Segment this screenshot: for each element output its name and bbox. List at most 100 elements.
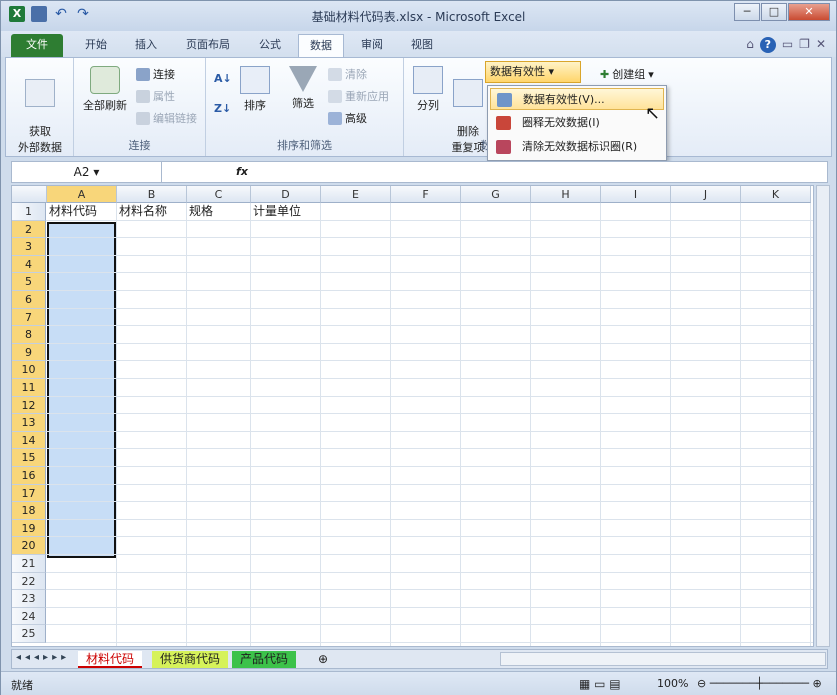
edit-links-button[interactable]: 编辑链接 (136, 110, 197, 126)
tab-formulas[interactable]: 公式 (247, 34, 293, 57)
sheet-nav-buttons[interactable]: ◂◂◂▸▸▸ (16, 652, 70, 663)
maximize-button[interactable]: □ (761, 3, 787, 21)
insert-function-icon[interactable]: fx (230, 162, 254, 182)
vertical-scrollbar[interactable] (816, 185, 830, 647)
cell-c1[interactable]: 规格 (187, 203, 213, 220)
row-header-13[interactable]: 13 (12, 414, 46, 432)
gridline (46, 272, 813, 274)
properties-button[interactable]: 属性 (136, 88, 175, 104)
column-header-f[interactable]: F (391, 186, 461, 203)
connections-icon (136, 67, 150, 81)
tab-data[interactable]: 数据 (298, 34, 344, 57)
gridline (390, 203, 391, 646)
minimize-ribbon-icon[interactable]: ⌂ (746, 37, 754, 53)
row-header-6[interactable]: 6 (12, 291, 46, 309)
advanced-button[interactable]: 高级 (328, 110, 367, 126)
gridline (46, 430, 813, 432)
row-header-1[interactable]: 1 (12, 203, 46, 221)
sort-desc-icon[interactable]: Z↓ (214, 102, 231, 115)
text-to-columns-button[interactable]: 分列 (408, 66, 448, 113)
row-header-22[interactable]: 22 (12, 572, 46, 591)
close-button[interactable]: ✕ (788, 3, 830, 21)
column-header-j[interactable]: J (671, 186, 741, 203)
row-header-12[interactable]: 12 (12, 396, 46, 415)
tab-home[interactable]: 开始 (73, 34, 119, 57)
get-external-data-button[interactable]: 获取 外部数据 (12, 66, 68, 155)
select-all-corner[interactable] (12, 186, 47, 203)
row-header-25[interactable]: 25 (12, 625, 46, 643)
menu-item-circle-invalid[interactable]: 圈释无效数据(I) (490, 112, 664, 134)
minimize-button[interactable]: ─ (734, 3, 760, 21)
tab-view[interactable]: 视图 (399, 34, 445, 57)
row-header-9[interactable]: 9 (12, 343, 46, 362)
worksheet-grid[interactable]: A B C D E F G H I J K 1 2 3 4 5 6 7 8 9 10 11 12 13 14 15 16 17 18 19… (11, 185, 814, 647)
column-header-c[interactable]: C (187, 186, 251, 203)
clear-button[interactable]: 清除 (328, 66, 367, 82)
column-header-a[interactable]: A (47, 186, 117, 203)
row-header-15[interactable]: 15 (12, 449, 46, 467)
row-header-19[interactable]: 19 (12, 519, 46, 538)
row-header-18[interactable]: 18 (12, 502, 46, 520)
menu-item-data-validation[interactable]: 数据有效性(V)... (490, 88, 664, 110)
remove-duplicates-icon (453, 79, 483, 107)
zoom-slider[interactable]: ⊖ ───────┼─────── ⊕ (697, 677, 822, 690)
sheet-tab-product-code[interactable]: 产品代码 (232, 651, 297, 668)
name-box[interactable]: A2 ▾ (12, 162, 162, 182)
row-header-20[interactable]: 20 (12, 537, 46, 555)
column-header-e[interactable]: E (321, 186, 391, 203)
sort-button[interactable]: 排序 (238, 66, 272, 113)
row-header-24[interactable]: 24 (12, 607, 46, 626)
workbook-minimize-icon[interactable]: ▭ (782, 37, 793, 53)
refresh-all-button[interactable]: 全部刷新 (78, 66, 132, 113)
tab-page-layout[interactable]: 页面布局 (175, 34, 241, 57)
row-header-10[interactable]: 10 (12, 361, 46, 379)
workbook-close-icon[interactable]: ✕ (816, 37, 826, 53)
column-header-b[interactable]: B (117, 186, 187, 203)
workbook-restore-icon[interactable]: ❐ (799, 37, 810, 53)
row-header-2[interactable]: 2 (12, 220, 46, 239)
horizontal-scrollbar[interactable] (500, 652, 826, 666)
row-header-14[interactable]: 14 (12, 431, 46, 450)
filter-button[interactable]: 筛选 (286, 66, 320, 111)
column-header-i[interactable]: I (601, 186, 671, 203)
cell-b1[interactable]: 材料名称 (117, 203, 167, 220)
create-group-button[interactable]: ✚ 创建组 ▾ (600, 66, 654, 82)
dropdown-arrow-icon: ▾ (648, 67, 654, 81)
reapply-icon (328, 89, 342, 103)
insert-sheet-icon[interactable]: ⊕ (310, 651, 336, 668)
sheet-tab-material-code[interactable]: 材料代码 (78, 651, 143, 668)
menu-item-clear-circles[interactable]: 清除无效数据标识圈(R) (490, 136, 664, 158)
row-header-5[interactable]: 5 (12, 273, 46, 291)
advanced-label: 高级 (345, 112, 367, 125)
row-header-21[interactable]: 21 (12, 555, 46, 573)
tab-review[interactable]: 审阅 (349, 34, 395, 57)
sort-asc-icon[interactable]: A↓ (214, 72, 232, 85)
gridline (46, 448, 813, 450)
row-header-8[interactable]: 8 (12, 326, 46, 344)
column-header-k[interactable]: K (741, 186, 811, 203)
formula-input[interactable] (256, 162, 816, 182)
gridline (46, 325, 813, 327)
row-header-11[interactable]: 11 (12, 379, 46, 397)
data-validation-button[interactable]: 数据有效性 ▾ (485, 61, 581, 83)
cell-a1[interactable]: 材料代码 (47, 203, 97, 220)
reapply-button[interactable]: 重新应用 (328, 88, 389, 104)
row-header-16[interactable]: 16 (12, 467, 46, 485)
cell-d1[interactable]: 计量单位 (251, 203, 301, 220)
row-header-7[interactable]: 7 (12, 308, 46, 327)
tab-insert[interactable]: 插入 (123, 34, 169, 57)
column-header-d[interactable]: D (251, 186, 321, 203)
row-header-4[interactable]: 4 (12, 255, 46, 274)
sheet-tab-supplier-code[interactable]: 供货商代码 (152, 651, 229, 668)
column-header-g[interactable]: G (461, 186, 531, 203)
view-buttons-icon[interactable]: ▦ ▭ ▤ (579, 677, 621, 691)
column-header-h[interactable]: H (531, 186, 601, 203)
help-icon[interactable]: ? (759, 37, 776, 53)
row-header-23[interactable]: 23 (12, 590, 46, 608)
text-to-columns-icon (413, 66, 443, 94)
row-header-17[interactable]: 17 (12, 484, 46, 503)
connections-button[interactable]: 连接 (136, 66, 175, 82)
tab-file[interactable]: 文件 (11, 34, 63, 57)
row-header-3[interactable]: 3 (12, 238, 46, 256)
properties-label: 属性 (153, 90, 175, 103)
